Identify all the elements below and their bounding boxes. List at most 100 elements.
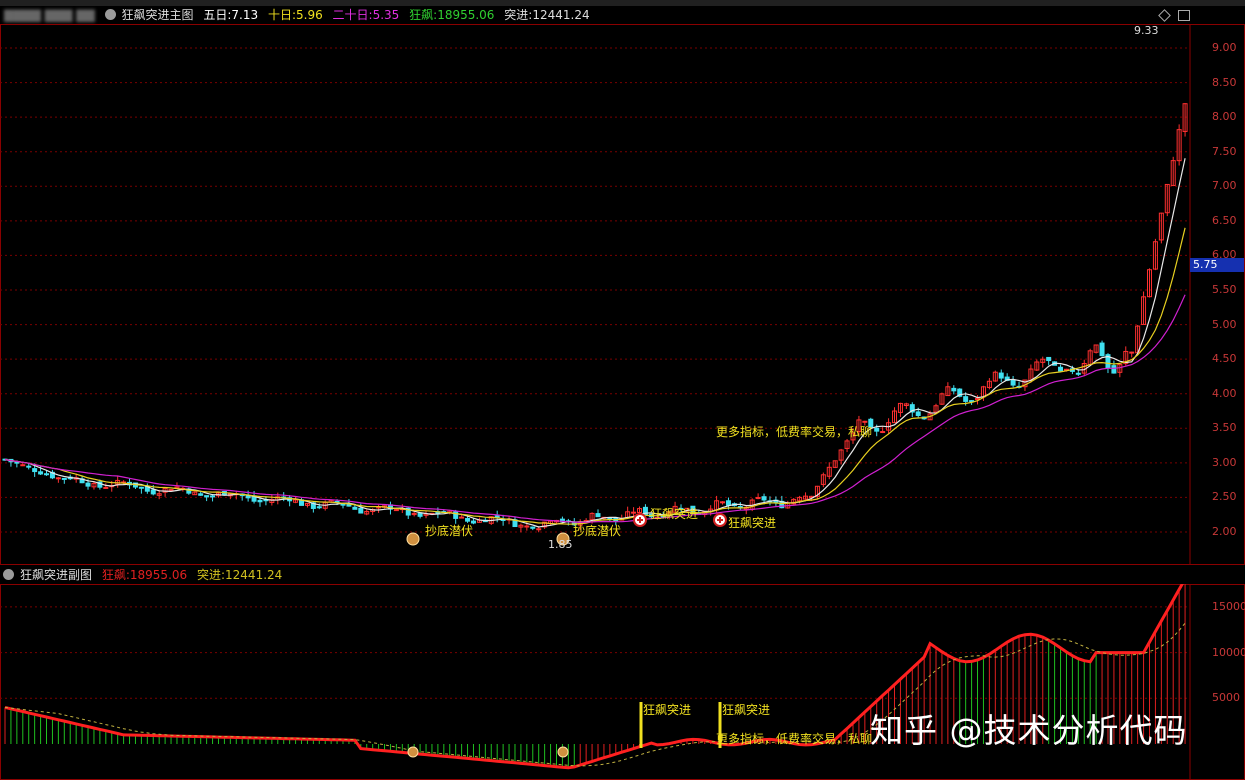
min-price-label: 1.85 — [548, 538, 573, 551]
candle-body — [631, 511, 637, 514]
main-price-chart — [0, 24, 1245, 565]
candle-body — [1010, 379, 1016, 386]
sub-indicator-title[interactable]: 狂飙突进副图 — [20, 568, 92, 582]
main-chart-header: ▇▇▇▇ ▇▇▇ ▇▇ 狂飙突进主图 五日:7.13 十日:5.96 二十日:5… — [0, 6, 596, 24]
candle-body — [210, 495, 216, 498]
max-price-label: 9.33 — [1134, 24, 1159, 37]
candle-body — [1058, 366, 1064, 372]
sub-signal-label-2: 狂飙突进 — [722, 703, 771, 717]
diamond-icon[interactable] — [1158, 9, 1171, 22]
price-tick-label: 6.50 — [1212, 213, 1237, 227]
candle-body — [1046, 356, 1052, 362]
candle-body — [393, 509, 399, 512]
signal-label-3: 狂飙突进 — [650, 507, 699, 521]
candle-body — [358, 507, 364, 514]
ma5-label: 五日: — [203, 8, 232, 22]
candle-body — [761, 496, 767, 501]
tj-value: 12441.24 — [532, 8, 590, 22]
sub-chart-header: 狂飙突进副图 狂飙:18955.06 突进:12441.24 — [0, 566, 288, 584]
signal-label-4: 狂飙突进 — [728, 516, 777, 530]
ma10-value: 5.96 — [296, 8, 323, 22]
candle-body — [915, 411, 921, 416]
candle-body — [536, 528, 542, 531]
price-tick-label: 6.00 — [1212, 248, 1237, 262]
chart-frame — [0, 24, 1245, 565]
candle-body — [103, 486, 109, 489]
ma5-value: 7.13 — [231, 8, 259, 22]
sub-tj-label: 突进: — [196, 568, 226, 582]
candle-body — [524, 525, 530, 528]
moneybag-icon — [406, 532, 420, 546]
candle-body — [607, 517, 613, 520]
moneybag-icon — [557, 746, 569, 758]
candle-body — [38, 471, 44, 475]
candle-body — [720, 501, 726, 504]
moneybag-icon — [407, 746, 419, 758]
sub-tj-value: 12441.24 — [225, 568, 283, 582]
price-tick-label: 8.00 — [1212, 110, 1237, 124]
watermark-text: 知乎 @技术分析代码 — [870, 711, 1188, 750]
candle-body — [951, 387, 957, 392]
ma20-label: 二十日: — [332, 8, 373, 22]
sub-tick-label: 5000 — [1212, 691, 1240, 705]
symbol-name: ▇▇▇▇ ▇▇▇ ▇▇ — [4, 8, 95, 22]
main-indicator-title[interactable]: 狂飙突进主图 — [122, 8, 194, 22]
candle-body — [257, 499, 263, 503]
price-tick-label: 9.00 — [1212, 41, 1237, 54]
candle-body — [459, 516, 465, 519]
price-tick-label: 7.00 — [1212, 179, 1237, 193]
candle-body — [880, 431, 886, 434]
candle-body — [150, 489, 156, 495]
candle-body — [198, 493, 204, 496]
candle-body — [204, 495, 210, 498]
kb-label: 狂飙: — [409, 8, 438, 22]
candle-body — [14, 461, 20, 464]
sub-kb-label: 狂飙: — [101, 568, 130, 582]
candle-body — [316, 506, 322, 509]
candle-body — [874, 427, 880, 432]
candle-body — [168, 489, 174, 492]
candle-body — [725, 500, 731, 506]
panel-icon[interactable] — [1178, 10, 1190, 21]
price-tick-label: 2.00 — [1212, 525, 1237, 538]
stock-chart-window: ▇▇▇▇ ▇▇▇ ▇▇ 狂飙突进主图 五日:7.13 十日:5.96 二十日:5… — [0, 0, 1245, 780]
gear-icon[interactable] — [104, 9, 116, 20]
sub-tick-label: 10000 — [1212, 645, 1245, 659]
candle-body — [530, 526, 536, 529]
sub-tick-label: 15000 — [1212, 599, 1245, 613]
candle-body — [32, 468, 38, 473]
ma10-label: 十日: — [267, 8, 296, 22]
price-tick-label: 3.00 — [1212, 455, 1237, 469]
ma20-value: 5.35 — [372, 8, 400, 22]
price-tick-label: 5.00 — [1212, 317, 1237, 331]
signal-label-2: 抄底潜伏 — [573, 524, 622, 538]
candle-body — [340, 503, 346, 506]
price-tick-label: 7.50 — [1212, 144, 1237, 158]
candle-body — [61, 477, 67, 480]
candle-body — [26, 465, 32, 468]
candle-body — [595, 513, 601, 518]
candle-body — [44, 473, 50, 476]
candle-body — [998, 372, 1004, 379]
candle-body — [20, 464, 26, 467]
signal-label-1: 抄底潜伏 — [425, 524, 474, 538]
price-tick-label: 4.50 — [1212, 352, 1237, 366]
price-tick-label: 5.50 — [1212, 283, 1237, 296]
gear-icon[interactable] — [3, 569, 14, 580]
price-tick-label: 4.00 — [1212, 386, 1237, 400]
candle-body — [138, 486, 144, 489]
candle-body — [417, 512, 423, 517]
ma10-line — [4, 227, 1186, 525]
candle-body — [963, 396, 969, 402]
candle-body — [352, 506, 358, 510]
price-tick-label: 2.50 — [1212, 490, 1237, 504]
candle-body — [1099, 342, 1105, 357]
candle-body — [55, 477, 61, 480]
sub-kb-value: 18955.06 — [129, 568, 188, 582]
candle-body — [85, 482, 91, 487]
kb-value: 18955.06 — [437, 8, 495, 22]
ma5-line — [4, 158, 1186, 528]
price-tick-label: 3.50 — [1212, 421, 1237, 435]
candle-body — [465, 518, 471, 522]
promo-text-sub: 更多指标，低费率交易，私聊 — [716, 732, 873, 746]
